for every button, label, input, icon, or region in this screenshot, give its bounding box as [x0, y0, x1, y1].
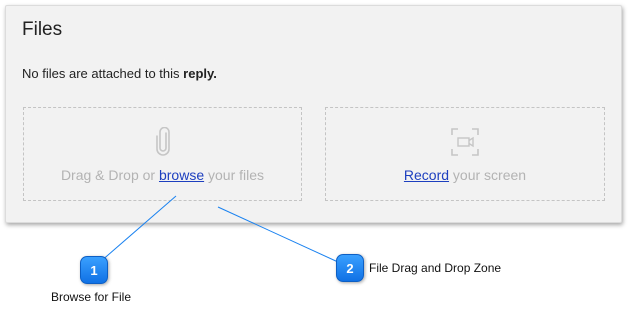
callout-label-1: Browse for File [51, 290, 132, 304]
callout-label-2: File Drag and Drop Zone [369, 261, 502, 275]
callout-badge-1: 1 [80, 256, 108, 284]
callout-badge-2: 2 [336, 254, 364, 282]
callout-line-2 [217, 206, 339, 263]
callout-line-1 [99, 195, 177, 263]
